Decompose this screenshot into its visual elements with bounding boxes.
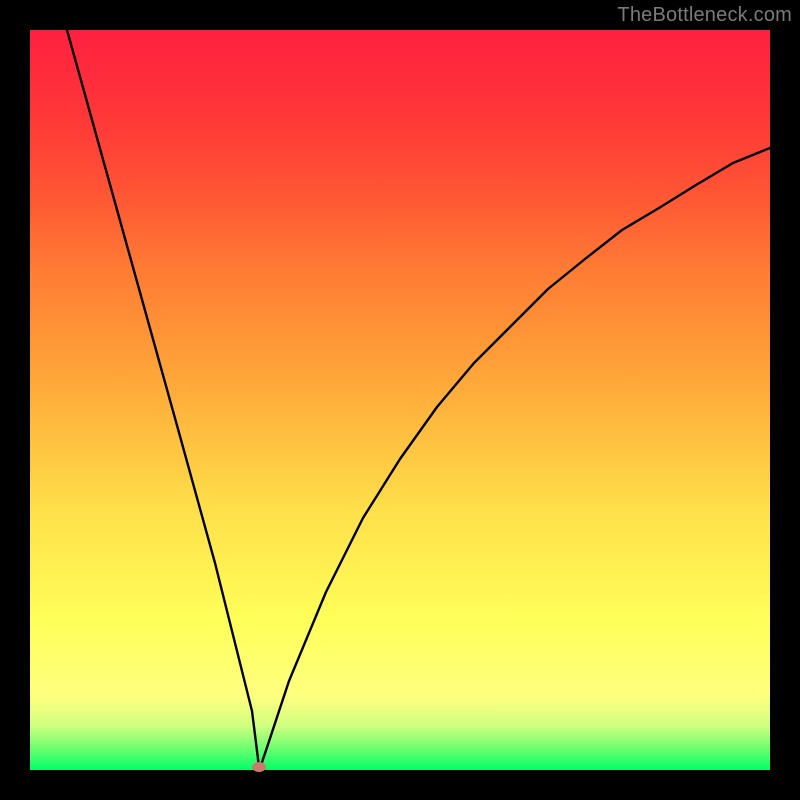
bottleneck-chart [30,30,770,770]
bottleneck-marker [252,762,266,772]
attribution-text: TheBottleneck.com [617,4,792,27]
heatmap-gradient [30,30,770,770]
